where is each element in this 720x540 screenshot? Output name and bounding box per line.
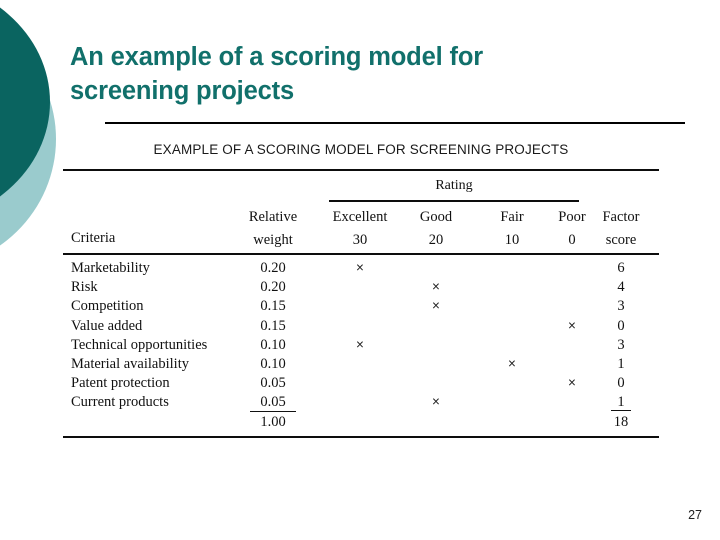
cell-rating-mark-excellent: × bbox=[356, 260, 364, 275]
cell-relative-weight: 0.20 bbox=[260, 279, 286, 296]
cell-relative-weight: 0.10 bbox=[260, 336, 286, 353]
cell-relative-weight: 0.10 bbox=[260, 355, 286, 372]
cell-criteria: Marketability bbox=[71, 260, 150, 276]
table-body: Marketability 0.20 × 6 Risk 0.20 × 4 Competition… bbox=[63, 260, 659, 433]
excellent-label: Excellent bbox=[332, 209, 388, 225]
relative-weight-header-line1: Relative bbox=[248, 209, 298, 225]
column-header-factor-score: Factor score bbox=[583, 206, 659, 252]
rating-group-header: Rating bbox=[435, 178, 473, 193]
column-header-good: Good 20 bbox=[397, 206, 475, 252]
scoring-model-table: EXAMPLE OF A SCORING MODEL FOR SCREENING… bbox=[63, 138, 659, 443]
good-label: Good bbox=[419, 209, 453, 225]
table-row: Patent protection 0.05 × 0 bbox=[63, 375, 659, 394]
cell-rating-mark-good: × bbox=[432, 298, 440, 314]
cell-criteria: Competition bbox=[71, 298, 144, 315]
cell-factor-score: 1 bbox=[617, 355, 625, 372]
table-top-rule bbox=[63, 169, 659, 172]
column-header-excellent: Excellent 30 bbox=[321, 206, 399, 252]
cell-relative-weight: 0.20 bbox=[260, 260, 286, 276]
cell-factor-score: 0 bbox=[617, 375, 625, 392]
cell-weight-total: 1.00 bbox=[260, 413, 286, 430]
cell-factor-score: 0 bbox=[617, 317, 625, 334]
cell-criteria: Current products bbox=[71, 394, 169, 411]
title-divider bbox=[105, 122, 685, 124]
column-header-relative-weight: Relative weight bbox=[213, 206, 333, 252]
table-bottom-rule bbox=[63, 436, 659, 439]
cell-rating-mark-good: × bbox=[432, 394, 440, 410]
title-block: An example of a scoring model for screen… bbox=[70, 40, 590, 108]
cell-criteria: Patent protection bbox=[71, 375, 170, 392]
cell-criteria: Value added bbox=[71, 317, 143, 334]
table-row: Material availability 0.10 × 1 bbox=[63, 356, 659, 375]
cell-factor-score: 4 bbox=[617, 279, 625, 296]
table-row: Competition 0.15 × 3 bbox=[63, 298, 659, 317]
cell-factor-score: 6 bbox=[617, 260, 625, 276]
relative-weight-header-line2: weight bbox=[253, 232, 293, 248]
table-row: Risk 0.20 × 4 bbox=[63, 279, 659, 298]
table-header-bottom-rule bbox=[63, 253, 659, 256]
cell-rating-mark-excellent: × bbox=[356, 336, 364, 352]
rating-group-rule bbox=[329, 200, 579, 203]
cell-criteria: Material availability bbox=[71, 355, 189, 372]
table-totals-row: 1.00 18 bbox=[63, 414, 659, 433]
cell-relative-weight: 0.05 bbox=[213, 394, 333, 413]
slide-page-number: 27 bbox=[688, 508, 702, 522]
excellent-value: 30 bbox=[352, 232, 368, 248]
cell-relative-weight: 0.05 bbox=[260, 375, 286, 392]
table-row: Technical opportunities 0.10 × 3 bbox=[63, 337, 659, 356]
good-value: 20 bbox=[428, 232, 444, 248]
cell-relative-weight: 0.15 bbox=[260, 317, 286, 334]
cell-rating-mark-good: × bbox=[432, 279, 440, 295]
factor-score-header-line1: Factor bbox=[602, 209, 640, 225]
table-row: Value added 0.15 × 0 bbox=[63, 318, 659, 337]
cell-criteria: Technical opportunities bbox=[71, 336, 208, 353]
cell-relative-weight: 0.15 bbox=[260, 298, 286, 315]
factor-score-header-line2: score bbox=[605, 232, 637, 248]
table-caption: EXAMPLE OF A SCORING MODEL FOR SCREENING… bbox=[153, 142, 569, 157]
cell-rating-mark-fair: × bbox=[508, 355, 516, 371]
table-row: Marketability 0.20 × 6 bbox=[63, 260, 659, 279]
cell-factor-score-total: 18 bbox=[613, 413, 629, 430]
cell-criteria: Risk bbox=[71, 279, 98, 296]
column-header-criteria: Criteria bbox=[71, 230, 116, 246]
cell-factor-score: 3 bbox=[617, 298, 625, 315]
table-row: Current products 0.05 × 1 bbox=[63, 394, 659, 413]
page-title: An example of a scoring model for screen… bbox=[70, 43, 484, 105]
cell-factor-score: 1 bbox=[583, 394, 659, 412]
cell-factor-score: 3 bbox=[617, 336, 625, 353]
